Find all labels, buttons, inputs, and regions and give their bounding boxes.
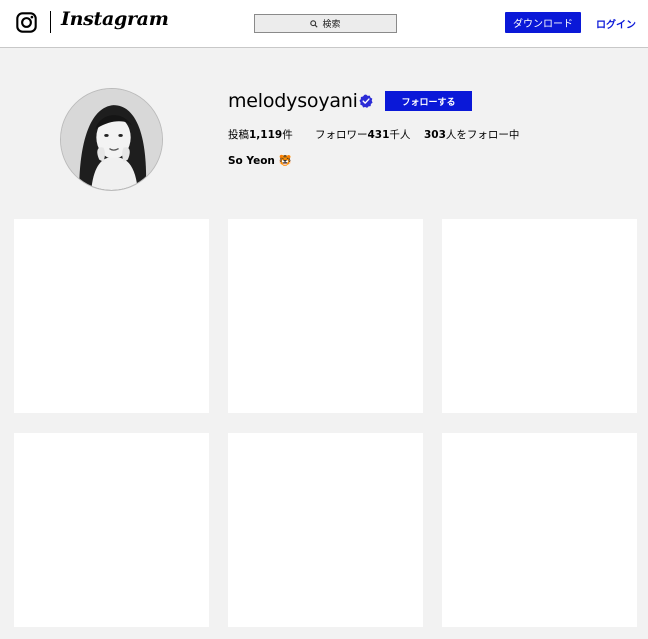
- logo-divider: [50, 11, 51, 33]
- following-value: 303: [424, 129, 446, 141]
- post-tile[interactable]: [14, 433, 209, 627]
- following-count[interactable]: 303人をフォロー中: [424, 127, 519, 142]
- avatar-photo: [61, 89, 162, 190]
- posts-label: 投稿: [228, 129, 249, 141]
- post-tile[interactable]: [442, 433, 637, 627]
- posts-suffix: 件: [282, 129, 293, 141]
- download-button[interactable]: ダウンロード: [505, 12, 581, 33]
- followers-value: 431: [367, 129, 390, 141]
- instagram-wordmark[interactable]: Instagram: [61, 8, 169, 30]
- search-placeholder: 検索: [322, 20, 341, 30]
- posts-count: 投稿1,119件: [228, 127, 293, 142]
- follow-button[interactable]: フォローする: [385, 91, 472, 111]
- post-tile[interactable]: [228, 219, 423, 413]
- followers-suffix: 千人: [389, 129, 411, 141]
- post-tile[interactable]: [14, 219, 209, 413]
- verified-badge-icon: [359, 94, 373, 108]
- top-bar: Instagram 検索 ダウンロード ログイン: [0, 0, 648, 48]
- profile-full-name: So Yeon 🐯: [228, 155, 292, 167]
- followers-label: フォロワー: [315, 129, 368, 141]
- search-icon: [310, 19, 319, 28]
- login-link[interactable]: ログイン: [596, 16, 636, 31]
- post-tile[interactable]: [442, 219, 637, 413]
- post-tile[interactable]: [228, 433, 423, 627]
- followers-count[interactable]: フォロワー431千人: [315, 127, 410, 142]
- search-input[interactable]: 検索: [254, 14, 397, 33]
- posts-value: 1,119: [249, 129, 283, 141]
- instagram-logo-icon[interactable]: [16, 12, 37, 33]
- profile-username: melodysoyani: [228, 90, 358, 112]
- following-suffix: 人をフォロー中: [445, 129, 520, 141]
- avatar[interactable]: [60, 88, 163, 191]
